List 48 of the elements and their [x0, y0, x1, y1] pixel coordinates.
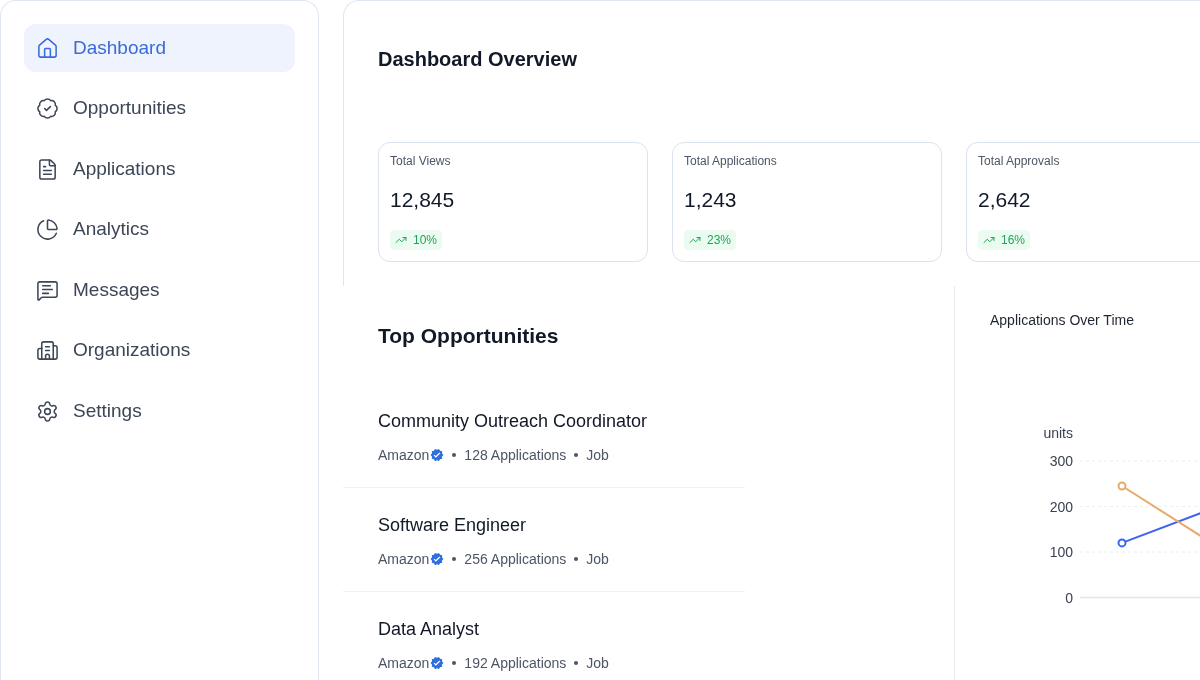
applications-count: 128 Applications [464, 446, 567, 465]
job-type: Job [586, 654, 609, 673]
sidebar-item[interactable]: Dashboard [24, 24, 295, 72]
change-value: 23% [707, 232, 732, 248]
badge-check-icon [36, 97, 59, 120]
chart-title: Applications Over Time [990, 311, 1134, 330]
job-type: Job [586, 550, 609, 569]
change-value: 16% [1001, 232, 1026, 248]
y-tick-label: 100 [1049, 544, 1073, 560]
y-axis-label: units [1043, 425, 1073, 441]
stat-label: Total Views [390, 153, 451, 169]
applications-count: 192 Applications [464, 654, 567, 673]
company-name: Amazon [378, 550, 430, 569]
sidebar-item[interactable]: Applications [24, 145, 295, 193]
y-tick-label: 200 [1049, 498, 1073, 515]
applications-count: 256 Applications [464, 550, 567, 569]
document-icon [36, 157, 59, 181]
page-title: Dashboard Overview [378, 47, 577, 72]
house-icon [36, 36, 59, 60]
company-name: Amazon [378, 654, 430, 673]
opportunity-title[interactable]: Community Outreach Coordinator [378, 408, 648, 434]
change-value: 10% [413, 232, 438, 248]
company-name: Amazon [378, 446, 430, 465]
sidebar-item[interactable]: Analytics [24, 205, 295, 254]
stat-label: Total Applications [684, 153, 777, 169]
sidebar-item[interactable]: Messages [24, 266, 295, 314]
stat-value: 2,642 [978, 187, 1031, 213]
sidebar-item[interactable]: Settings [24, 387, 295, 435]
building-icon [36, 339, 59, 362]
stat-label: Total Approvals [978, 153, 1060, 169]
job-type: Job [586, 446, 609, 465]
sidebar-item[interactable]: Opportunities [24, 84, 295, 133]
y-tick-label: 0 [1065, 589, 1073, 606]
trend-up-icon [395, 234, 407, 246]
y-tick-label: 300 [1049, 453, 1073, 469]
sidebar-item[interactable]: Organizations [24, 326, 295, 375]
opportunity-title[interactable]: Data Analyst [378, 616, 480, 642]
trend-up-icon [983, 234, 995, 246]
message-icon [36, 278, 59, 302]
stat-value: 12,845 [390, 187, 455, 213]
data-point-marker [1117, 481, 1127, 491]
opportunity-title[interactable]: Software Engineer [378, 512, 527, 538]
trend-up-icon [689, 234, 701, 246]
pie-chart-icon [36, 218, 59, 241]
settings-icon [36, 399, 59, 423]
data-point-marker [1117, 538, 1127, 548]
section-title: Top Opportunities [378, 323, 559, 349]
stat-value: 1,243 [684, 187, 737, 213]
